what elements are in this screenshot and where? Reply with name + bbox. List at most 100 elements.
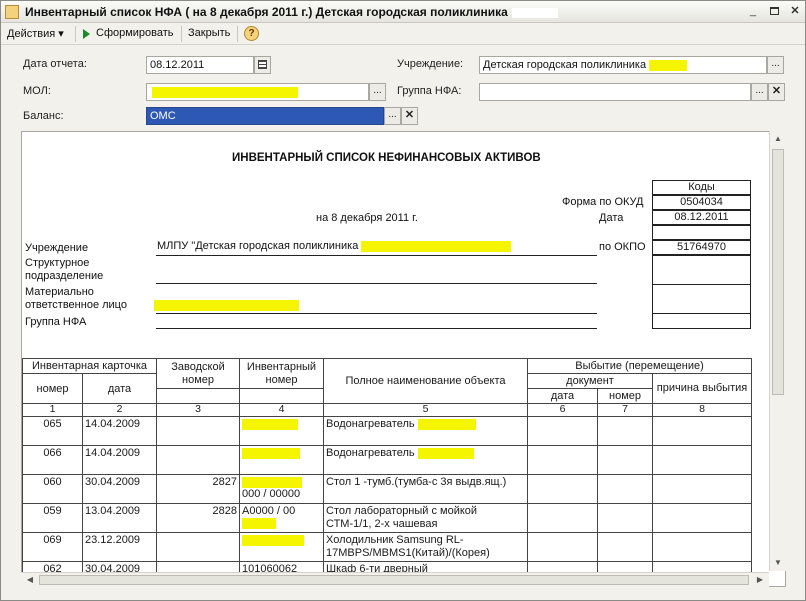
codes-header: Коды <box>652 180 751 195</box>
redaction-highlight <box>417 447 474 459</box>
codes-empty-cell <box>652 225 751 240</box>
minimize-button[interactable]: _ <box>745 4 761 19</box>
scroll-down-icon[interactable]: ▼ <box>770 555 786 571</box>
cell-doc-number <box>597 474 653 504</box>
cell-factory <box>156 445 240 475</box>
vertical-scroll-thumb[interactable] <box>772 149 784 395</box>
horizontal-scrollbar[interactable]: ◀ ▶ <box>21 572 769 587</box>
close-window-button[interactable]: ✕ <box>787 4 803 19</box>
nfa-group-clear-button[interactable]: ✕ <box>768 83 785 101</box>
maximize-button[interactable] <box>766 4 782 19</box>
table-row[interactable]: 059 13.04.2009 2828 А0000 / 00 Стол лабо… <box>22 503 752 533</box>
toolbar-separator <box>181 26 182 42</box>
nfa-group-field[interactable] <box>479 83 751 101</box>
header-doc-date: дата <box>527 388 598 404</box>
cell-name: Водонагреватель <box>323 445 528 475</box>
cell-reason <box>652 416 752 446</box>
responsible-label-1: Материально <box>25 286 94 298</box>
title-bar: Инвентарный список НФА ( на 8 декабря 20… <box>1 1 805 23</box>
redaction-highlight <box>361 240 512 252</box>
header-inv-card: Инвентарная карточка <box>22 358 157 374</box>
redaction-highlight <box>154 300 299 311</box>
table-row[interactable]: 065 14.04.2009 Водонагреватель <box>22 416 752 446</box>
cell-reason <box>652 474 752 504</box>
redaction-highlight <box>152 86 298 98</box>
table-row[interactable]: 060 30.04.2009 2827 000 / 00000 Стол 1 -… <box>22 474 752 504</box>
header-number: номер <box>22 373 83 404</box>
header-date: дата <box>82 373 157 404</box>
nfa-group-label: Группа НФА: <box>397 85 462 97</box>
header-factory-number: Заводской номер <box>156 358 240 389</box>
column-number: 5 <box>323 403 528 417</box>
cell-date: 14.04.2009 <box>82 445 157 475</box>
cell-number: 069 <box>22 532 83 562</box>
scroll-left-icon[interactable]: ◀ <box>23 573 37 587</box>
toolbar-separator <box>75 26 76 42</box>
codes-empty-cell <box>652 313 751 329</box>
mol-select-button[interactable]: ... <box>369 83 386 101</box>
redaction-highlight <box>242 517 276 529</box>
institution-label: Учреждение: <box>397 58 464 70</box>
cell-date: 13.04.2009 <box>82 503 157 533</box>
okpo-value: 51764970 <box>652 240 751 255</box>
mol-field[interactable] <box>146 83 369 101</box>
cell-doc-number <box>597 445 653 475</box>
cell-doc-date <box>527 416 598 446</box>
column-number: 4 <box>239 403 324 417</box>
table-row[interactable]: 066 14.04.2009 Водонагреватель <box>22 445 752 475</box>
document-icon <box>5 5 19 19</box>
header-doc-number: номер <box>597 388 653 404</box>
cell-doc-date <box>527 474 598 504</box>
institution-value: Детская городская поликлиника <box>483 59 647 71</box>
cell-inventory-text: 000 / 00000 <box>242 488 301 500</box>
column-number: 6 <box>527 403 598 417</box>
date-value: 08.12.2011 <box>652 210 751 225</box>
balance-value: ОМС <box>150 110 176 122</box>
nfa-group-underline <box>156 328 597 329</box>
table-row[interactable]: 069 23.12.2009 Холодильник Samsung RL-17… <box>22 532 752 562</box>
report-date-value: 08.12.2011 <box>150 59 205 71</box>
report-date-field[interactable]: 08.12.2011 <box>146 56 254 74</box>
cell-date: 14.04.2009 <box>82 416 157 446</box>
horizontal-scroll-thumb[interactable] <box>39 575 749 585</box>
calendar-icon <box>258 60 267 69</box>
vertical-scrollbar[interactable]: ▲ ▼ <box>769 131 786 571</box>
cell-inventory <box>239 416 324 446</box>
column-number: 8 <box>652 403 752 417</box>
actions-menu-button[interactable]: Действия ▾ <box>7 27 64 40</box>
cell-reason <box>652 532 752 562</box>
actions-label: Действия <box>7 28 56 40</box>
scroll-up-icon[interactable]: ▲ <box>770 131 786 147</box>
cell-doc-number <box>597 532 653 562</box>
balance-field[interactable]: ОМС <box>146 107 384 125</box>
institution-select-button[interactable]: ... <box>767 56 784 74</box>
balance-clear-button[interactable]: ✕ <box>401 107 418 125</box>
header-reason: причина выбытия <box>652 373 752 404</box>
cell-doc-number <box>597 416 653 446</box>
institution-field[interactable]: Детская городская поликлиника <box>479 56 767 74</box>
redaction-mark <box>511 7 558 18</box>
play-icon[interactable] <box>83 29 90 39</box>
header-inventory-number: Инвентарный номер <box>239 358 324 389</box>
cell-name: Холодильник Samsung RL-17MBPS/MBMS1(Кита… <box>323 532 528 562</box>
window-title: Инвентарный список НФА ( на 8 декабря 20… <box>25 5 558 19</box>
redaction-highlight <box>242 476 302 488</box>
balance-label: Баланс: <box>23 110 64 122</box>
chevron-down-icon: ▾ <box>58 28 64 40</box>
scroll-right-icon[interactable]: ▶ <box>753 573 767 587</box>
report-date-line: на 8 декабря 2011 г. <box>316 212 418 224</box>
calendar-button[interactable] <box>254 56 271 74</box>
cell-number: 065 <box>22 416 83 446</box>
balance-select-button[interactable]: ... <box>384 107 401 125</box>
cell-date: 30.04.2009 <box>82 474 157 504</box>
header-full-name: Полное наименование объекта <box>323 358 528 404</box>
cell-factory <box>156 532 240 562</box>
redaction-highlight <box>242 418 298 430</box>
help-button[interactable]: ? <box>244 26 259 41</box>
close-button[interactable]: Закрыть <box>188 27 230 39</box>
report-document[interactable]: ИНВЕНТАРНЫЙ СПИСОК НЕФИНАНСОВЫХ АКТИВОВ … <box>21 131 786 587</box>
nfa-group-select-button[interactable]: ... <box>751 83 768 101</box>
report-date-label: Дата отчета: <box>23 58 87 70</box>
generate-button[interactable]: Сформировать <box>96 27 174 39</box>
codes-empty-cell <box>652 255 751 285</box>
